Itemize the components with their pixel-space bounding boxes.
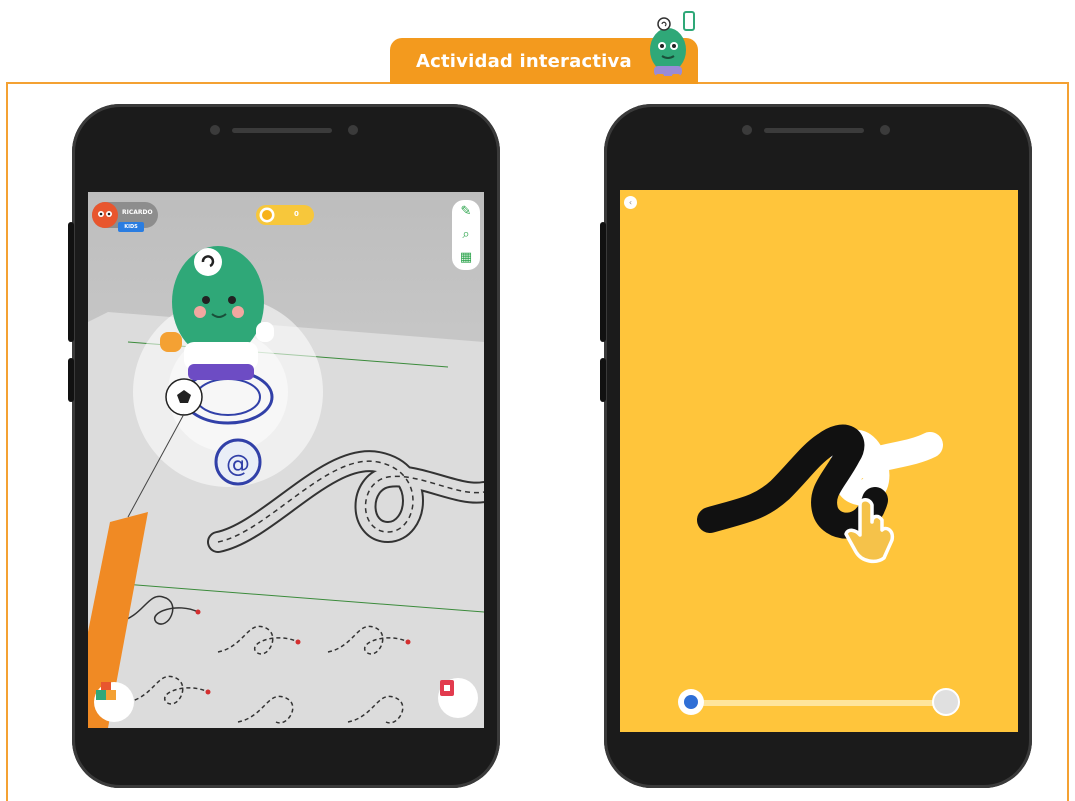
cards-button[interactable] xyxy=(438,678,478,718)
blocks-icon xyxy=(96,682,116,700)
avatar-icon xyxy=(92,202,118,228)
ar-scene: @ xyxy=(88,246,484,728)
mascot-phone-icon xyxy=(650,11,695,80)
svg-text:@: @ xyxy=(226,450,250,478)
user-badge: KIDS xyxy=(118,222,144,232)
coin-counter: 0 xyxy=(256,205,314,225)
left-phone: @ RICARDO KIDS 0 ✎ ⌕ ▦ xyxy=(68,104,500,788)
progress-slider-end xyxy=(932,688,960,716)
progress-track xyxy=(690,700,950,706)
blocks-button[interactable] xyxy=(94,682,134,722)
coin-value: 0 xyxy=(294,210,299,218)
search-icon[interactable]: ⌕ xyxy=(462,227,469,242)
header-title: Actividad interactiva xyxy=(416,50,632,72)
ar-camera-screen[interactable]: @ RICARDO KIDS 0 ✎ ⌕ ▦ xyxy=(88,192,484,728)
tracing-canvas[interactable] xyxy=(620,190,1018,732)
card-icon xyxy=(440,680,454,696)
right-phone: ‹ xyxy=(600,104,1032,788)
coin-icon xyxy=(259,207,275,223)
user-name: RICARDO xyxy=(122,209,153,216)
tracing-screen[interactable]: ‹ xyxy=(620,190,1018,732)
tool-bar: ✎ ⌕ ▦ xyxy=(452,200,480,270)
book-icon[interactable]: ▦ xyxy=(460,251,472,265)
progress-slider-handle[interactable] xyxy=(678,689,704,715)
pencil-icon[interactable]: ✎ xyxy=(461,204,472,219)
